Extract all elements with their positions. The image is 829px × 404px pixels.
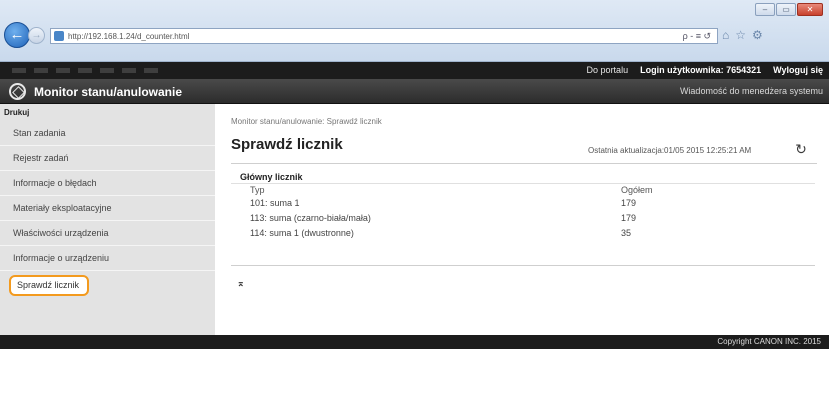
column-header-type: Typ [250, 185, 265, 195]
admin-message-link[interactable]: Wiadomość do menedżera systemu [680, 86, 823, 96]
sidebar-item-error-info[interactable]: Informacje o błędach [0, 171, 215, 196]
page-title: Sprawdź licznik [231, 136, 343, 153]
table-row: 114: suma 1 (dwustronne) 35 [231, 227, 815, 242]
favorites-star-icon[interactable]: ☆ [735, 28, 746, 42]
window-controls: – ▭ ✕ [755, 3, 823, 16]
portal-link[interactable]: Do portalu [587, 62, 629, 79]
title-divider [231, 163, 817, 164]
top-user-bar: Do portalu Login użytkownika: 7654321 Wy… [0, 62, 829, 79]
sidebar-item-job-log[interactable]: Rejestr zadań [0, 146, 215, 171]
sidebar-item-check-counter[interactable]: Sprawdź licznik [9, 275, 90, 296]
logout-link[interactable]: Wyloguj się [773, 62, 823, 79]
settings-gear-icon[interactable]: ⚙ [752, 28, 763, 42]
back-to-top-icon[interactable]: ⌅ [237, 278, 245, 289]
counter-total: 179 [621, 213, 637, 223]
forward-arrow-icon[interactable]: → [28, 27, 45, 44]
login-label: Login użytkownika: [640, 65, 724, 75]
counter-table-heading: Główny licznik [231, 170, 815, 184]
counter-type: 114: suma 1 (dwustronne) [250, 228, 354, 238]
table-row: 113: suma (czarno-biała/mała) 179 [231, 212, 815, 227]
main-content: Monitor stanu/anulowanie: Sprawdź liczni… [215, 104, 829, 335]
minimize-button[interactable]: – [755, 3, 775, 16]
refresh-icon[interactable]: ↻ [793, 141, 809, 157]
browser-toolbar-icons: ⌂ ☆ ⚙ [722, 28, 763, 42]
sidebar-item-device-features[interactable]: Właściwości urządzenia [0, 221, 215, 246]
last-update-text: Ostatnia aktualizacja:01/05 2015 12:25:2… [588, 146, 752, 155]
address-bar[interactable]: http://192.168.1.24/d_counter.html ρ - ≡… [50, 28, 718, 44]
app-header: Monitor stanu/anulowanie Wiadomość do me… [0, 79, 829, 104]
sidebar-item-job-status[interactable]: Stan zadania [0, 121, 215, 146]
counter-type: 101: suma 1 [250, 198, 300, 208]
table-row: 101: suma 1 179 [231, 197, 815, 212]
copyright-text: Copyright CANON INC. 2015 [717, 337, 821, 346]
home-icon[interactable]: ⌂ [722, 28, 729, 42]
login-value: 7654321 [726, 65, 762, 75]
sidebar-item-consumables[interactable]: Materiały eksploatacyjne [0, 196, 215, 221]
counter-total: 35 [621, 228, 632, 238]
page-favicon-icon [54, 31, 64, 41]
close-button[interactable]: ✕ [797, 3, 823, 16]
app-title: Monitor stanu/anulowanie [34, 85, 183, 99]
sidebar: Drukuj Stan zadania Rejestr zadań Inform… [0, 104, 215, 335]
monitor-logo-icon [9, 83, 26, 100]
main-counter-table: Główny licznik Typ Ogółem 101: suma 1 17… [231, 170, 815, 266]
sidebar-item-check-counter-wrap: Sprawdź licznik [0, 271, 215, 301]
login-info: Login użytkownika: 7654321 [640, 62, 761, 79]
counter-total: 179 [621, 198, 637, 208]
blank-area [0, 349, 829, 404]
back-arrow-icon[interactable]: ← [4, 22, 30, 48]
address-tools[interactable]: ρ - ≡ ↺ [683, 29, 711, 43]
sidebar-section-heading: Drukuj [4, 108, 30, 117]
blurred-device-name [12, 68, 162, 73]
browser-chrome: – ▭ ✕ ← → http://192.168.1.24/d_counter.… [0, 0, 829, 62]
column-header-total: Ogółem [621, 185, 653, 195]
maximize-button[interactable]: ▭ [776, 3, 796, 16]
counter-type: 113: suma (czarno-biała/mała) [250, 213, 371, 223]
table-header-row: Typ Ogółem [231, 184, 815, 197]
breadcrumb: Monitor stanu/anulowanie: Sprawdź liczni… [231, 117, 382, 126]
url-text[interactable]: http://192.168.1.24/d_counter.html [68, 32, 189, 41]
footer: Copyright CANON INC. 2015 [0, 335, 829, 349]
sidebar-item-device-info[interactable]: Informacje o urządzeniu [0, 246, 215, 271]
